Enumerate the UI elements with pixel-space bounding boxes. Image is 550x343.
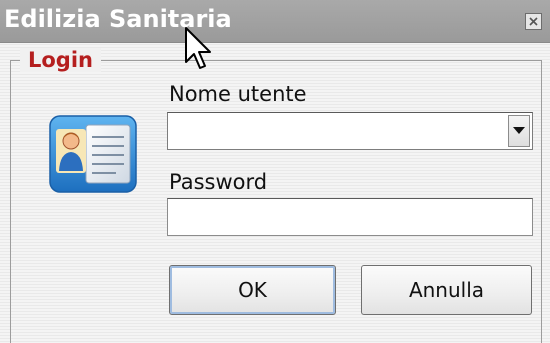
close-button[interactable] [525, 13, 542, 30]
login-window: Edilizia Sanitaria Login Nome utente Pas… [0, 0, 550, 343]
ok-button[interactable]: OK [169, 265, 336, 315]
id-card-icon [46, 113, 140, 195]
username-dropdown-button[interactable] [508, 115, 530, 147]
cancel-button[interactable]: Annulla [361, 265, 532, 315]
close-icon [526, 14, 541, 29]
password-field[interactable] [167, 198, 533, 236]
chevron-down-icon [509, 127, 529, 135]
password-label: Password [169, 170, 268, 194]
username-label: Nome utente [169, 82, 307, 106]
username-combobox[interactable] [167, 112, 533, 150]
login-legend: Login [20, 48, 101, 72]
window-title: Edilizia Sanitaria [4, 5, 232, 33]
title-bar[interactable]: Edilizia Sanitaria [0, 0, 550, 43]
